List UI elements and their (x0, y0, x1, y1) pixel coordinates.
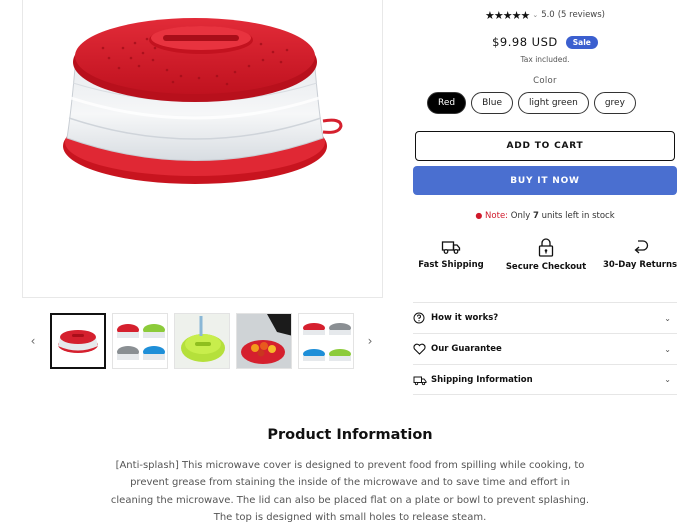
add-to-cart-button[interactable]: ADD TO CART (415, 131, 675, 161)
microwave-cover-image (63, 18, 343, 184)
tax-note: Tax included. (520, 55, 570, 64)
color-option-blue[interactable]: Blue (471, 92, 514, 114)
stock-dot-icon: ● (475, 211, 483, 220)
rating-summary[interactable]: ★★★★★ ⌄ 5.0 (5 reviews) (485, 8, 605, 22)
heart-icon (413, 343, 427, 355)
truck-icon (441, 241, 461, 254)
chevron-left-icon[interactable]: ‹ (26, 332, 40, 350)
color-option-red[interactable]: Red (427, 92, 467, 114)
review-count[interactable]: (5 reviews) (558, 10, 605, 20)
lock-icon (538, 238, 554, 257)
stock-prefix: Only (510, 211, 531, 221)
buy-it-now-button[interactable]: BUY IT NOW (413, 166, 677, 195)
thumbnail-green-strainer[interactable] (174, 313, 230, 369)
accordion-title: Our Guarantee (431, 344, 502, 354)
main-product-image[interactable] (22, 0, 383, 298)
product-information-title: Product Information (267, 427, 433, 443)
return-arrow-icon (634, 240, 649, 254)
stock-count: 7 (532, 211, 539, 221)
accordion-how-it-works[interactable]: How it works? ⌄ (413, 302, 677, 333)
thumbnail-fruit-strainer[interactable] (236, 313, 292, 369)
chevron-down-icon: ⌄ (532, 11, 539, 19)
product-information-description: [Anti-splash] This microwave cover is de… (110, 460, 590, 523)
question-circle-icon (413, 312, 427, 324)
chevron-right-icon[interactable]: › (363, 332, 377, 350)
stock-note: ● Note: Only 7 units left in stock (413, 211, 677, 221)
thumbnail-six-colors[interactable] (298, 313, 354, 369)
accordion-shipping-information[interactable]: Shipping Information ⌄ (413, 364, 677, 395)
feature-label: 30-Day Returns (602, 260, 678, 270)
accordion-title: Shipping Information (431, 374, 533, 385)
star-rating-icon: ★★★★★ (485, 8, 530, 22)
feature-label: Secure Checkout (505, 262, 587, 272)
chevron-down-icon: ⌄ (664, 344, 671, 354)
color-option-grey[interactable]: grey (593, 92, 636, 114)
stock-note-label: Note: (485, 211, 509, 221)
thumbnail-four-colors[interactable] (112, 313, 168, 369)
feature-highlights: Fast Shipping Secure Checkout 30-Day Ret… (413, 238, 677, 290)
feature-fast-shipping: Fast Shipping (407, 238, 495, 271)
stock-suffix: units left in stock (541, 211, 615, 221)
chevron-down-icon: ⌄ (664, 375, 671, 384)
feature-30-day-returns: 30-Day Returns (596, 238, 684, 271)
feature-secure-checkout: Secure Checkout (502, 238, 590, 273)
thumbnail-gallery: ‹ › (22, 312, 383, 372)
rating-value: 5.0 (541, 10, 555, 20)
product-price: $9.98 USD (492, 35, 558, 49)
chevron-down-icon: ⌄ (664, 313, 671, 323)
thumbnail-red-cover[interactable] (50, 313, 106, 369)
color-option-light-green[interactable]: light green (518, 92, 589, 114)
truck-icon (413, 374, 427, 386)
accordion-our-guarantee[interactable]: Our Guarantee ⌄ (413, 333, 677, 364)
sale-badge: Sale (565, 35, 598, 49)
accordion-title: How it works? (431, 313, 499, 323)
color-options: Red Blue light green grey (427, 92, 636, 114)
color-label: Color (533, 76, 557, 86)
feature-label: Fast Shipping (418, 260, 484, 270)
price-row: $9.98 USD Sale (413, 35, 677, 49)
